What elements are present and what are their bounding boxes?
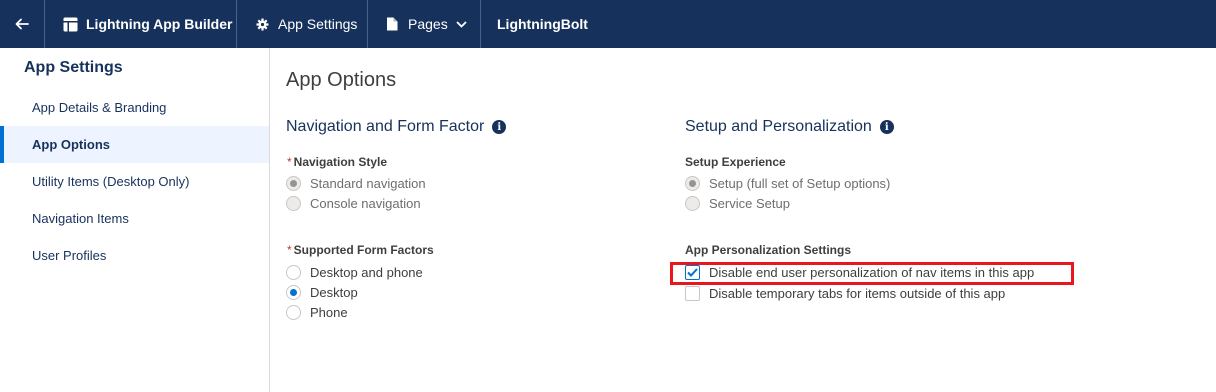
- pages-label: Pages: [408, 16, 448, 32]
- form-factors-label: * Supported Form Factors: [287, 243, 434, 257]
- radio-label: Desktop: [310, 284, 358, 300]
- sidebar-item-navigation-items[interactable]: Navigation Items: [0, 200, 269, 237]
- radio-phone[interactable]: Phone: [286, 303, 348, 321]
- info-icon[interactable]: i: [492, 120, 507, 134]
- radio-setup-full[interactable]: Setup (full set of Setup options): [685, 174, 890, 192]
- highlight-box: [670, 262, 1074, 285]
- radio-button: [685, 175, 700, 191]
- required-mark: *: [287, 155, 292, 169]
- sidebar-item-app-options[interactable]: App Options: [0, 126, 269, 163]
- radio-button: [286, 284, 301, 300]
- radio-label: Desktop and phone: [310, 264, 423, 280]
- nav-form-factor-heading: Navigation and Form Factor i: [286, 118, 507, 136]
- info-icon[interactable]: i: [879, 120, 894, 134]
- page-title: App Options: [286, 69, 397, 91]
- radio-standard-navigation[interactable]: Standard navigation: [286, 174, 426, 192]
- radio-label: Phone: [310, 304, 348, 320]
- nav-form-factor-title: Navigation and Form Factor: [286, 118, 485, 135]
- app-builder-label: Lightning App Builder: [86, 16, 233, 32]
- back-arrow-icon: [15, 18, 29, 30]
- navigation-style-text: Navigation Style: [293, 155, 388, 169]
- radio-service-setup[interactable]: Service Setup: [685, 194, 790, 212]
- back-button[interactable]: [0, 0, 45, 48]
- radio-button: [685, 195, 700, 211]
- sidebar-item-label: Navigation Items: [32, 211, 129, 226]
- sidebar-title: App Settings: [24, 59, 123, 76]
- app-settings-label: App Settings: [278, 16, 358, 32]
- radio-desktop-and-phone[interactable]: Desktop and phone: [286, 263, 423, 281]
- app-name: LightningBolt: [481, 0, 588, 48]
- builder-header: Lightning App Builder App Settings Pages…: [0, 0, 1216, 48]
- sidebar-item-label: User Profiles: [32, 248, 107, 263]
- app-builder-title: Lightning App Builder: [45, 0, 237, 48]
- radio-button: [286, 195, 301, 211]
- radio-label: Service Setup: [709, 195, 790, 211]
- sidebar-item-label: App Details & Branding: [32, 100, 167, 115]
- app-builder-icon: [62, 16, 78, 32]
- radio-button: [286, 264, 301, 280]
- app-settings-button[interactable]: App Settings: [237, 0, 368, 48]
- settings-sidebar: App Settings App Details & Branding App …: [0, 48, 270, 392]
- radio-desktop[interactable]: Desktop: [286, 283, 358, 301]
- sidebar-item-utility-items[interactable]: Utility Items (Desktop Only): [0, 163, 269, 200]
- sidebar-item-app-details-branding[interactable]: App Details & Branding: [0, 89, 269, 126]
- setup-personalization-heading: Setup and Personalization i: [685, 118, 894, 136]
- page-icon: [384, 16, 400, 32]
- gear-icon: [254, 16, 270, 32]
- form-factors-text: Supported Form Factors: [293, 243, 434, 257]
- sidebar-item-user-profiles[interactable]: User Profiles: [0, 237, 269, 274]
- setup-experience-label: Setup Experience: [685, 155, 786, 169]
- personalization-settings-label: App Personalization Settings: [685, 243, 852, 257]
- sidebar-item-label: Utility Items (Desktop Only): [32, 174, 190, 189]
- app-name-label: LightningBolt: [497, 16, 588, 32]
- checkbox-label: Disable temporary tabs for items outside…: [709, 285, 1006, 301]
- chevron-down-icon: [456, 20, 467, 28]
- sidebar-item-label: App Options: [32, 137, 110, 152]
- checkbox: [685, 285, 700, 301]
- navigation-style-label: * Navigation Style: [287, 155, 387, 169]
- radio-label: Console navigation: [310, 195, 421, 211]
- required-mark: *: [287, 243, 292, 257]
- checkbox-disable-temporary-tabs[interactable]: Disable temporary tabs for items outside…: [685, 284, 1005, 302]
- radio-label: Setup (full set of Setup options): [709, 175, 891, 191]
- pages-dropdown[interactable]: Pages: [368, 0, 481, 48]
- setup-personalization-title: Setup and Personalization: [685, 118, 872, 135]
- radio-button: [286, 175, 301, 191]
- radio-button: [286, 304, 301, 320]
- radio-label: Standard navigation: [310, 175, 426, 191]
- radio-console-navigation[interactable]: Console navigation: [286, 194, 421, 212]
